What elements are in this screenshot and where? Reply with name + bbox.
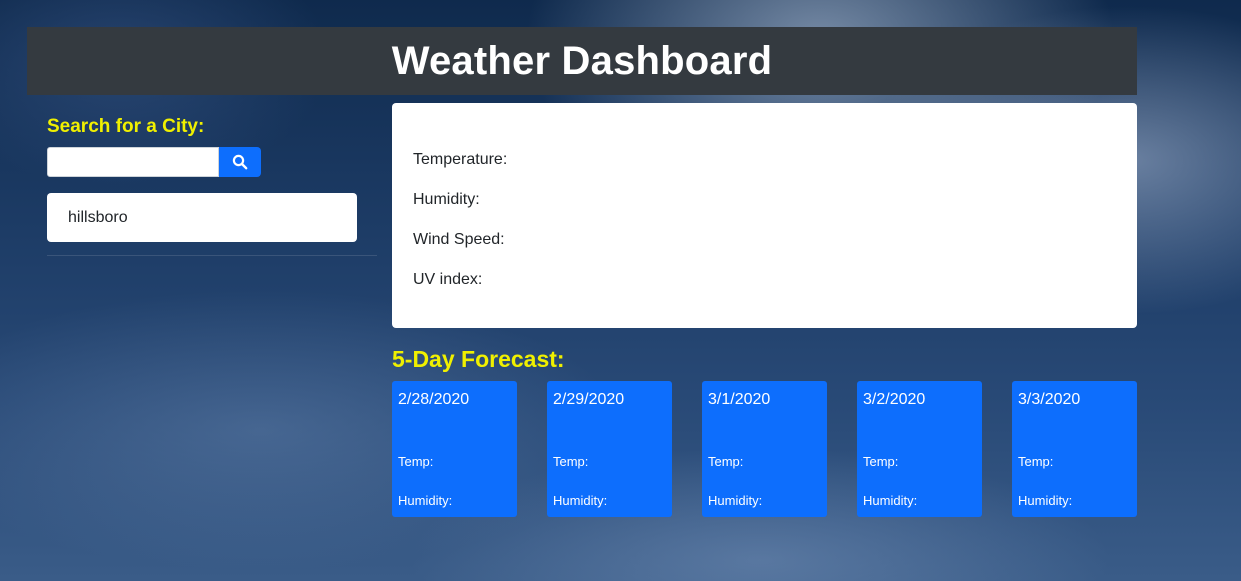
forecast-card: 3/3/2020 Temp: Humidity: <box>1012 381 1137 517</box>
temperature-label: Temperature: <box>413 151 508 168</box>
forecast-date: 2/28/2020 <box>398 391 470 408</box>
search-form <box>47 147 261 177</box>
search-button[interactable] <box>219 147 261 177</box>
forecast-card: 3/1/2020 Temp: Humidity: <box>702 381 827 517</box>
forecast-card: 3/2/2020 Temp: Humidity: <box>857 381 982 517</box>
app-header: Weather Dashboard <box>27 27 1137 95</box>
forecast-temp-label: Temp: <box>863 454 899 469</box>
forecast-card: 2/28/2020 Temp: Humidity: <box>392 381 517 517</box>
humidity-label: Humidity: <box>413 191 480 208</box>
page-title: Weather Dashboard <box>391 38 773 83</box>
current-weather-panel: Temperature: Humidity: Wind Speed: UV in… <box>392 103 1137 328</box>
forecast-humidity-label: Humidity: <box>708 493 763 508</box>
search-label: Search for a City: <box>47 116 205 137</box>
search-icon <box>232 154 248 170</box>
forecast-title: 5-Day Forecast: <box>392 346 565 372</box>
city-search-input[interactable] <box>47 147 219 177</box>
forecast-temp-label: Temp: <box>553 454 589 469</box>
history-item[interactable]: hillsboro <box>47 193 357 242</box>
forecast-temp-label: Temp: <box>1018 454 1054 469</box>
forecast-temp-label: Temp: <box>398 454 434 469</box>
forecast-date: 3/2/2020 <box>863 391 926 408</box>
history-item-label: hillsboro <box>68 208 128 226</box>
forecast-date: 3/3/2020 <box>1018 391 1081 408</box>
forecast-humidity-label: Humidity: <box>553 493 608 508</box>
forecast-date: 3/1/2020 <box>708 391 771 408</box>
divider <box>47 255 377 256</box>
forecast-humidity-label: Humidity: <box>1018 493 1073 508</box>
forecast-temp-label: Temp: <box>708 454 744 469</box>
forecast-humidity-label: Humidity: <box>398 493 453 508</box>
forecast-date: 2/29/2020 <box>553 391 625 408</box>
forecast-humidity-label: Humidity: <box>863 493 918 508</box>
forecast-card: 2/29/2020 Temp: Humidity: <box>547 381 672 517</box>
search-history-list: hillsboro <box>47 193 357 242</box>
wind-speed-label: Wind Speed: <box>413 231 505 248</box>
uv-index-label: UV index: <box>413 271 483 288</box>
